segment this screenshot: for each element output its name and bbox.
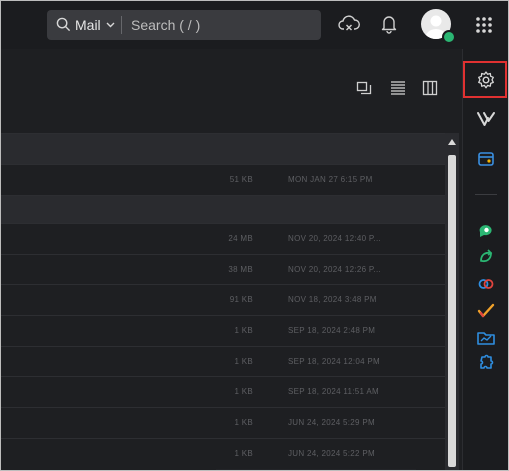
date-cell: JUN 24, 2024 5:22 PM xyxy=(288,449,375,458)
bookings-icon[interactable] xyxy=(476,149,496,169)
settings-highlight-box xyxy=(463,61,507,98)
list-view-icon[interactable] xyxy=(390,80,406,96)
app-window: Mail Search ( / ) 51 KB MON JAN 27 6:15 … xyxy=(0,0,509,471)
cloud-sync-icon[interactable] xyxy=(338,14,360,34)
date-cell: NOV 20, 2024 12:40 P... xyxy=(288,234,382,243)
top-bar: Mail Search ( / ) xyxy=(1,1,508,49)
table-row[interactable]: 38 MB NOV 20, 2024 12:26 P... xyxy=(1,254,445,285)
cliq-icon[interactable] xyxy=(476,220,496,240)
size-cell: 38 MB xyxy=(228,265,253,274)
group-header-row xyxy=(1,133,445,164)
size-cell: 1 KB xyxy=(234,387,253,396)
folder-chart-icon[interactable] xyxy=(476,328,496,348)
search-scope-label[interactable]: Mail xyxy=(75,17,101,33)
date-cell: SEP 18, 2024 2:48 PM xyxy=(288,326,376,335)
chevron-down-icon[interactable] xyxy=(106,22,115,28)
size-cell: 1 KB xyxy=(234,449,253,458)
table-row[interactable]: 24 MB NOV 20, 2024 12:40 P... xyxy=(1,223,445,254)
scrollbar-thumb[interactable] xyxy=(448,155,456,467)
rail-divider xyxy=(475,194,497,195)
puzzle-icon[interactable] xyxy=(476,354,496,374)
search-bar[interactable]: Mail Search ( / ) xyxy=(47,10,321,40)
scroll-up-arrow-icon[interactable] xyxy=(448,139,456,145)
app-grid-icon[interactable] xyxy=(476,17,492,33)
size-cell: 91 KB xyxy=(229,295,253,304)
search-icon xyxy=(56,17,71,32)
link-icon[interactable] xyxy=(476,274,496,294)
size-cell: 1 KB xyxy=(234,326,253,335)
size-cell: 1 KB xyxy=(234,418,253,427)
group-header-row xyxy=(1,195,445,226)
date-cell: NOV 20, 2024 12:26 P... xyxy=(288,265,382,274)
date-cell: SEP 18, 2024 11:51 AM xyxy=(288,387,379,396)
date-cell: JUN 24, 2024 5:29 PM xyxy=(288,418,375,427)
date-cell: NOV 18, 2024 3:48 PM xyxy=(288,295,377,304)
column-view-icon[interactable] xyxy=(422,80,438,96)
date-cell: SEP 18, 2024 12:04 PM xyxy=(288,357,380,366)
main-content: 51 KB MON JAN 27 6:15 PM 24 MB NOV 20, 2… xyxy=(1,49,462,470)
table-row[interactable]: 1 KB SEP 18, 2024 2:48 PM xyxy=(1,315,445,346)
bell-icon[interactable] xyxy=(380,14,398,34)
size-cell: 1 KB xyxy=(234,357,253,366)
size-cell: 24 MB xyxy=(228,234,253,243)
table-row[interactable]: 1 KB JUN 24, 2024 5:22 PM xyxy=(1,438,445,469)
date-cell: MON JAN 27 6:15 PM xyxy=(288,175,373,184)
refresh-icon[interactable] xyxy=(476,247,496,267)
table-row[interactable]: 51 KB MON JAN 27 6:15 PM xyxy=(1,164,445,195)
table-row[interactable]: 1 KB JUN 24, 2024 5:29 PM xyxy=(1,407,445,438)
vani-icon[interactable] xyxy=(476,109,496,129)
table-row[interactable]: 1 KB SEP 18, 2024 11:51 AM xyxy=(1,376,445,407)
check-icon[interactable] xyxy=(476,301,496,321)
size-cell: 51 KB xyxy=(229,175,253,184)
table-row[interactable]: 91 KB NOV 18, 2024 3:48 PM xyxy=(1,284,445,315)
split-view-icon[interactable] xyxy=(356,80,372,96)
search-divider xyxy=(121,16,122,34)
online-status-dot xyxy=(442,30,456,44)
table-row[interactable]: 1 KB SEP 18, 2024 12:04 PM xyxy=(1,346,445,377)
search-input[interactable]: Search ( / ) xyxy=(131,17,200,33)
right-rail xyxy=(462,49,508,470)
list-scrollbar[interactable] xyxy=(445,133,459,470)
